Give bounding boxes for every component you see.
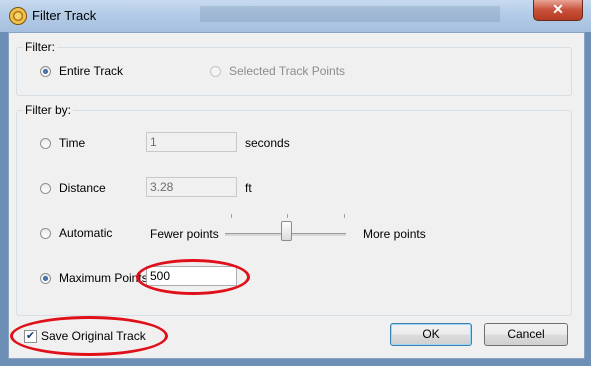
close-icon: ✕ bbox=[552, 1, 564, 17]
filter-by-legend: Filter by: bbox=[23, 103, 74, 117]
maximum-points-input[interactable]: 500 bbox=[146, 266, 237, 286]
ok-button[interactable]: OK bbox=[390, 323, 472, 346]
points-slider-thumb[interactable] bbox=[281, 221, 292, 241]
fewer-points-label: Fewer points bbox=[150, 227, 219, 241]
selected-points-label[interactable]: Selected Track Points bbox=[229, 64, 345, 78]
cancel-button[interactable]: Cancel bbox=[484, 323, 568, 346]
entire-track-radio[interactable] bbox=[40, 66, 51, 77]
save-original-checkbox[interactable]: ✔ bbox=[24, 330, 37, 343]
close-button[interactable]: ✕ bbox=[533, 0, 583, 21]
app-icon bbox=[9, 7, 27, 25]
background-window-strip bbox=[200, 6, 500, 22]
slider-tick bbox=[231, 214, 232, 218]
time-radio[interactable] bbox=[40, 138, 51, 149]
distance-input[interactable]: 3.28 bbox=[146, 177, 237, 197]
time-input[interactable]: 1 bbox=[146, 132, 237, 152]
maximum-points-label[interactable]: Maximum Points bbox=[59, 271, 148, 285]
automatic-label[interactable]: Automatic bbox=[59, 226, 112, 240]
more-points-label: More points bbox=[363, 227, 426, 241]
distance-radio[interactable] bbox=[40, 183, 51, 194]
distance-unit: ft bbox=[245, 181, 252, 195]
slider-tick bbox=[344, 214, 345, 218]
checkmark-icon: ✔ bbox=[25, 330, 36, 342]
selected-points-radio[interactable] bbox=[210, 66, 221, 77]
maximum-points-radio[interactable] bbox=[40, 273, 51, 284]
save-original-label[interactable]: Save Original Track bbox=[41, 329, 146, 343]
distance-label[interactable]: Distance bbox=[59, 181, 106, 195]
filter-by-group: Filter by: bbox=[16, 103, 572, 316]
time-label[interactable]: Time bbox=[59, 136, 85, 150]
filter-group-legend: Filter: bbox=[23, 40, 57, 54]
entire-track-label[interactable]: Entire Track bbox=[59, 64, 123, 78]
slider-tick bbox=[287, 214, 288, 218]
automatic-radio[interactable] bbox=[40, 228, 51, 239]
window-title: Filter Track bbox=[32, 8, 97, 23]
time-unit: seconds bbox=[245, 136, 290, 150]
title-bar[interactable]: Filter Track ✕ bbox=[0, 0, 591, 32]
